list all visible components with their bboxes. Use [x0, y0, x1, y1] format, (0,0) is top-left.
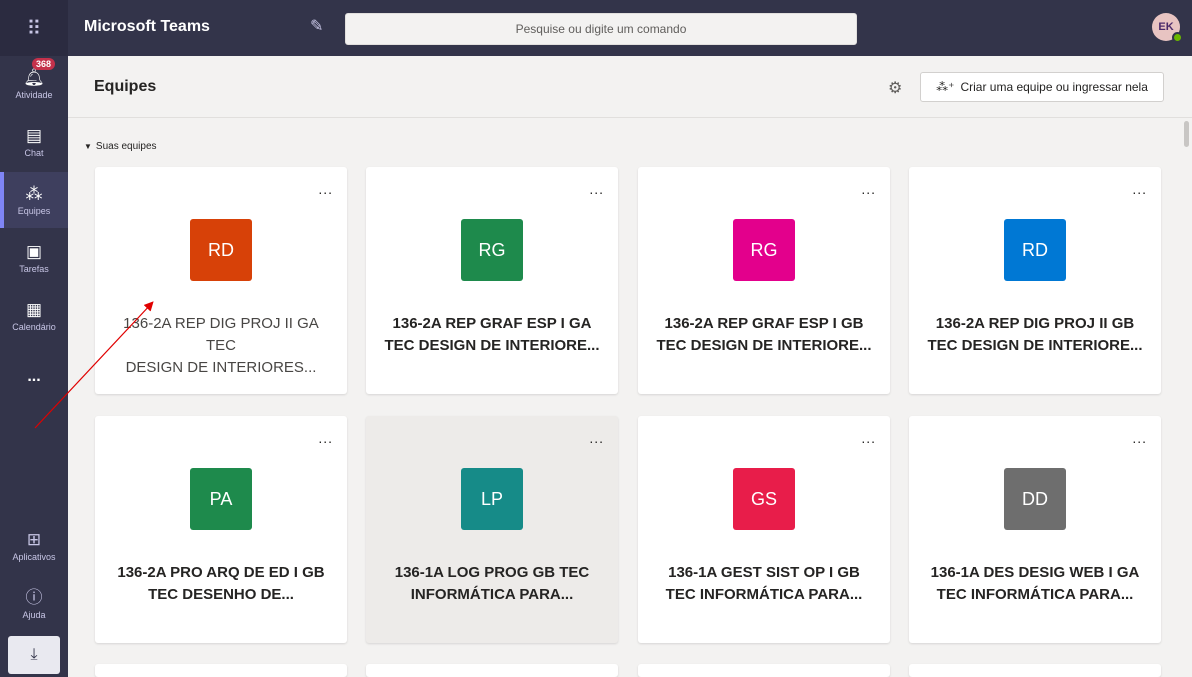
- rail-item-teams[interactable]: ⁂ Equipes: [0, 172, 68, 228]
- team-card[interactable]: ... PA 136-2A PRO ARQ DE ED I GB TEC DESE…: [95, 416, 347, 643]
- left-rail: 368 🔔︎ Atividade ▤ Chat ⁂ Equipes ▣ Tare…: [0, 56, 68, 677]
- team-name: 136-2A PRO ARQ DE ED I GB TEC DESENHO DE.…: [117, 564, 325, 603]
- rail-item-label: Aplicativos: [12, 551, 56, 562]
- team-card[interactable]: ... RD 136-2A REP DIG PROJ II GB TEC DESI…: [909, 167, 1161, 394]
- team-avatar: RD: [190, 219, 252, 281]
- caret-down-icon: ▼: [84, 142, 92, 151]
- rail-item-label: Ajuda: [22, 609, 46, 620]
- team-name: 136-1A DES DESIG WEB I GA TEC INFORMÁTICA…: [930, 564, 1140, 603]
- team-name: 136-2A REP GRAF ESP I GA TEC DESIGN DE IN…: [384, 315, 600, 354]
- page-title: Equipes: [94, 78, 157, 95]
- activity-badge: 368: [32, 58, 56, 70]
- more-options-icon[interactable]: ...: [1132, 181, 1147, 197]
- team-avatar: GS: [733, 468, 795, 530]
- download-icon[interactable]: ⤓: [8, 636, 60, 674]
- create-team-label: Criar uma equipe ou ingressar nela: [960, 80, 1148, 94]
- rail-item-apps[interactable]: ⊞ Aplicativos: [0, 518, 68, 574]
- team-card[interactable]: ... LP 136-1A LOG PROG GB TEC INFORMÁTICA…: [366, 416, 618, 643]
- avatar-initials: EK: [1158, 21, 1174, 33]
- rail-item-label: Equipes: [17, 205, 51, 216]
- team-avatar: RD: [1004, 219, 1066, 281]
- gear-icon[interactable]: ⚙: [888, 78, 902, 98]
- scrollbar[interactable]: [1182, 118, 1192, 677]
- more-options-icon[interactable]: ...: [861, 181, 876, 197]
- rail-item-label: Tarefas: [19, 263, 49, 274]
- avatar[interactable]: EK: [1152, 13, 1183, 43]
- rail-item-activity[interactable]: 368 🔔︎ Atividade: [0, 56, 68, 112]
- more-options-icon[interactable]: ...: [861, 430, 876, 446]
- team-card-partial[interactable]: [638, 664, 890, 677]
- help-icon: ⓘ: [25, 587, 43, 607]
- more-options-icon[interactable]: ...: [589, 430, 604, 446]
- more-options-icon[interactable]: ...: [1132, 430, 1147, 446]
- calendar-icon: ▦: [25, 299, 43, 319]
- rail-item-calendar[interactable]: ▦ Calendário: [0, 288, 68, 344]
- more-options-icon[interactable]: ...: [318, 430, 333, 446]
- team-card[interactable]: ... DD 136-1A DES DESIG WEB I GA TEC INFO…: [909, 416, 1161, 643]
- team-avatar: LP: [461, 468, 523, 530]
- more-apps-button[interactable]: ...: [0, 368, 68, 386]
- chat-icon: ▤: [25, 125, 43, 145]
- bell-icon: 🔔︎: [23, 67, 45, 87]
- apps-icon: ⊞: [26, 529, 42, 549]
- scroll-thumb[interactable]: [1184, 121, 1189, 147]
- team-card[interactable]: ... RG 136-2A REP GRAF ESP I GB TEC DESIG…: [638, 167, 890, 394]
- more-options-icon[interactable]: ...: [318, 181, 333, 197]
- rail-item-label: Chat: [24, 147, 44, 158]
- team-name: 136-1A LOG PROG GB TEC INFORMÁTICA PARA..…: [394, 564, 590, 603]
- section-label: Suas equipes: [95, 141, 157, 152]
- team-card-partial[interactable]: [95, 664, 347, 677]
- team-name: 136-2A REP GRAF ESP I GB TEC DESIGN DE IN…: [656, 315, 872, 354]
- tasks-icon: ▣: [25, 241, 43, 261]
- team-avatar: PA: [190, 468, 252, 530]
- rail-item-tasks[interactable]: ▣ Tarefas: [0, 230, 68, 286]
- team-card[interactable]: ... RG 136-2A REP GRAF ESP I GA TEC DESIG…: [366, 167, 618, 394]
- team-card[interactable]: ... RD 136-2A REP DIG PROJ II GA TEC DESI…: [95, 167, 347, 394]
- app-title: Microsoft Teams: [84, 18, 210, 35]
- add-team-icon: ⁂⁺: [936, 80, 955, 94]
- team-avatar: RG: [733, 219, 795, 281]
- page-header: Equipes ⚙ ⁂⁺ Criar uma equipe ou ingress…: [68, 56, 1192, 118]
- rail-item-help[interactable]: ⓘ Ajuda: [0, 576, 68, 632]
- waffle-icon[interactable]: ⠿: [0, 0, 68, 56]
- section-toggle[interactable]: ▼ Suas equipes: [84, 141, 157, 152]
- teams-icon: ⁂: [25, 183, 43, 203]
- presence-indicator: [1172, 32, 1183, 43]
- team-card[interactable]: ... GS 136-1A GEST SIST OP I GB TEC INFOR…: [638, 416, 890, 643]
- team-name: 136-2A REP DIG PROJ II GA TEC DESIGN DE I…: [123, 315, 319, 376]
- team-card-partial[interactable]: [909, 664, 1161, 677]
- rail-item-label: Calendário: [12, 321, 56, 332]
- rail-item-chat[interactable]: ▤ Chat: [0, 114, 68, 170]
- compose-icon[interactable]: ✎: [310, 16, 323, 36]
- team-card-partial[interactable]: [366, 664, 618, 677]
- team-name: 136-1A GEST SIST OP I GB TEC INFORMÁTICA …: [665, 564, 863, 603]
- search-input[interactable]: Pesquise ou digite um comando: [345, 13, 857, 45]
- team-name: 136-2A REP DIG PROJ II GB TEC DESIGN DE I…: [927, 315, 1143, 354]
- team-avatar: RG: [461, 219, 523, 281]
- team-avatar: DD: [1004, 468, 1066, 530]
- more-options-icon[interactable]: ...: [589, 181, 604, 197]
- create-team-button[interactable]: ⁂⁺ Criar uma equipe ou ingressar nela: [920, 72, 1164, 102]
- top-bar: ⠿ Microsoft Teams ✎ Pesquise ou digite u…: [0, 0, 1192, 56]
- rail-item-label: Atividade: [15, 89, 53, 100]
